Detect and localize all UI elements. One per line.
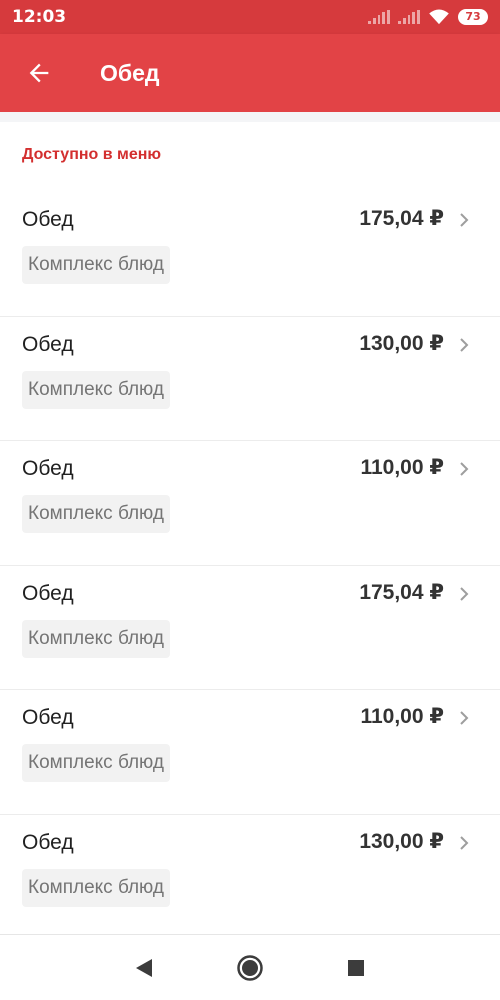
menu-item[interactable]: Обед 130,00 ₽ Комплекс блюд xyxy=(0,317,500,441)
item-tag: Комплекс блюд xyxy=(22,619,170,658)
arrow-left-icon xyxy=(29,63,49,83)
item-name: Обед xyxy=(22,457,74,480)
status-time: 12:03 xyxy=(12,7,67,27)
item-price: 130,00 ₽ xyxy=(359,331,444,355)
section-header: Доступно в меню xyxy=(22,146,162,163)
nav-home-button[interactable] xyxy=(236,954,264,982)
content: Доступно в меню Обед 175,04 ₽ Комплекс б… xyxy=(0,112,500,934)
page-title: Обед xyxy=(100,59,160,86)
signal-icon xyxy=(398,10,420,24)
app-bar: Обед xyxy=(0,34,500,112)
battery-icon: 73 xyxy=(458,9,488,25)
item-price: 175,04 ₽ xyxy=(359,207,444,230)
menu-item[interactable]: Обед 130,00 ₽ Комплекс блюд xyxy=(0,815,500,935)
status-icons: 73 xyxy=(368,9,488,25)
item-price: 110,00 ₽ xyxy=(360,456,444,479)
item-tag: Комплекс блюд xyxy=(22,868,170,907)
divider xyxy=(0,112,500,122)
item-price: 130,00 ₽ xyxy=(359,829,444,853)
back-button[interactable] xyxy=(0,34,78,112)
chevron-right-icon xyxy=(460,711,469,725)
back-triangle-icon xyxy=(136,958,152,977)
item-name: Обед xyxy=(22,830,74,854)
menu-list: Обед 175,04 ₽ Комплекс блюд Обед 130,00 … xyxy=(0,192,500,934)
item-name: Обед xyxy=(22,332,74,356)
item-price: 110,00 ₽ xyxy=(360,705,444,728)
nav-back-button[interactable] xyxy=(130,954,158,982)
chevron-right-icon xyxy=(460,835,469,850)
item-tag: Комплекс блюд xyxy=(22,370,170,409)
menu-item[interactable]: Обед 175,04 ₽ Комплекс блюд xyxy=(0,566,500,690)
home-circle-icon xyxy=(237,954,263,981)
status-bar: 12:03 73 xyxy=(0,0,500,34)
wifi-icon xyxy=(429,9,449,25)
recents-square-icon xyxy=(348,959,364,976)
signal-icon xyxy=(368,10,390,24)
menu-item[interactable]: Обед 110,00 ₽ Комплекс блюд xyxy=(0,690,500,815)
item-tag: Комплекс блюд xyxy=(22,744,170,782)
menu-item[interactable]: Обед 175,04 ₽ Комплекс блюд xyxy=(0,192,500,317)
chevron-right-icon xyxy=(460,213,469,227)
item-name: Обед xyxy=(22,208,74,231)
chevron-right-icon xyxy=(460,337,469,352)
item-name: Обед xyxy=(22,706,74,729)
item-tag: Комплекс блюд xyxy=(22,246,170,284)
item-name: Обед xyxy=(22,581,74,605)
nav-recents-button[interactable] xyxy=(342,954,370,982)
chevron-right-icon xyxy=(460,462,469,476)
menu-item[interactable]: Обед 110,00 ₽ Комплекс блюд xyxy=(0,441,500,566)
system-nav-bar xyxy=(0,934,500,1000)
item-price: 175,04 ₽ xyxy=(359,580,444,604)
chevron-right-icon xyxy=(460,586,469,601)
item-tag: Комплекс блюд xyxy=(22,495,170,533)
